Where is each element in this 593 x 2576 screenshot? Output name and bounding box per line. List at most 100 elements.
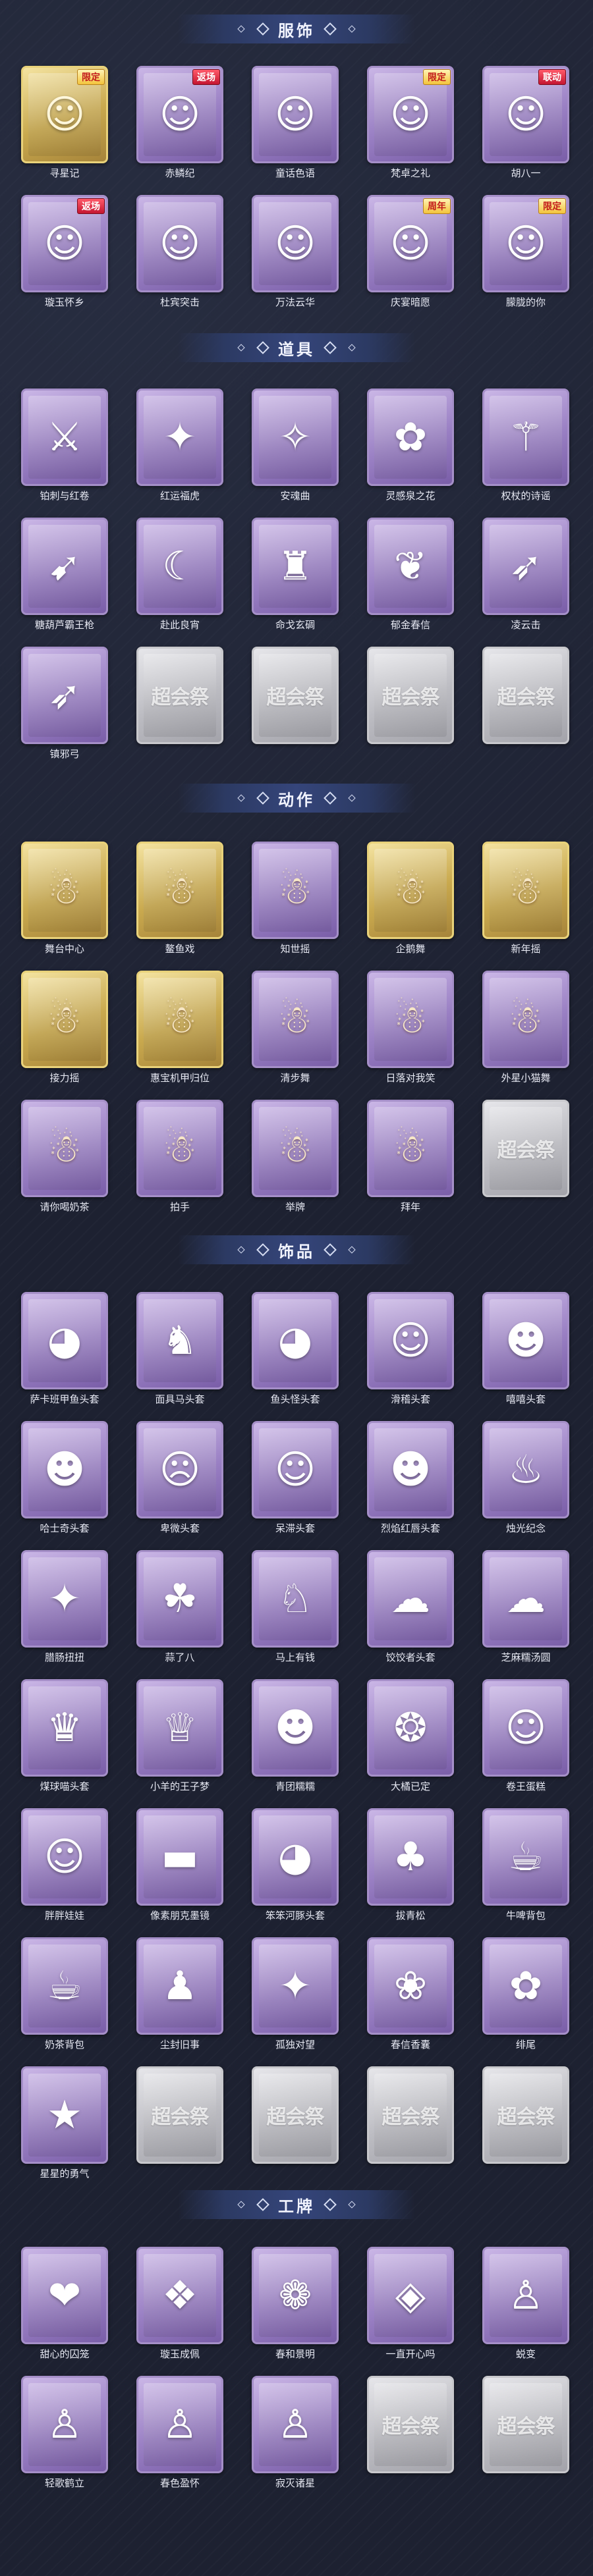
collection-item[interactable]: ♕ 小羊的王子梦	[134, 1679, 226, 1804]
collection-item[interactable]: ☁ 饺饺者头套	[364, 1550, 457, 1675]
collection-item[interactable]: ☻ 哈士奇头套	[18, 1421, 111, 1546]
item-card[interactable]: ☃	[136, 1100, 223, 1197]
item-card[interactable]: 超会祭	[367, 647, 454, 744]
collection-item[interactable]: ☺ 返场 赤鳞纪	[134, 66, 226, 191]
collection-item[interactable]: ◕ 鱼头怪头套	[249, 1292, 341, 1417]
item-card[interactable]: ❂	[367, 1679, 454, 1777]
collection-item[interactable]: ❂ 大橘已定	[364, 1679, 457, 1804]
collection-item[interactable]: ☃ 接力摇	[18, 971, 111, 1096]
item-card[interactable]: ☺ 周年	[367, 195, 454, 292]
collection-item[interactable]: ☻ 青团糯糯	[249, 1679, 341, 1804]
collection-item[interactable]: ☃ 企鹅舞	[364, 842, 457, 967]
item-card[interactable]: ♜	[252, 518, 339, 615]
collection-item[interactable]: ☺ 胖胖娃娃	[18, 1808, 111, 1933]
collection-item[interactable]: ☃ 请你喝奶茶	[18, 1100, 111, 1225]
item-card[interactable]: ☺ 限定	[367, 66, 454, 163]
item-card[interactable]: ☃	[367, 1100, 454, 1197]
item-card[interactable]: ☃	[482, 971, 569, 1068]
collection-item[interactable]: 超会祭	[134, 2066, 226, 2191]
collection-item[interactable]: ◕ 笨笨河豚头套	[249, 1808, 341, 1933]
collection-item[interactable]: ☺ 返场 璇玉怀乡	[18, 195, 111, 320]
item-card[interactable]: ☻	[252, 1679, 339, 1777]
collection-item[interactable]: ☾ 赴此良宵	[134, 518, 226, 643]
item-card[interactable]: ✧	[252, 389, 339, 486]
collection-item[interactable]: ⚔ 铂刺与红卷	[18, 389, 111, 514]
item-card[interactable]: ☺ 限定	[482, 195, 569, 292]
collection-item[interactable]: ☃ 清步舞	[249, 971, 341, 1096]
item-card[interactable]: ☻	[482, 1292, 569, 1389]
collection-item[interactable]: ☃ 鳌鱼戏	[134, 842, 226, 967]
item-card[interactable]: ☃	[252, 1100, 339, 1197]
collection-item[interactable]: ⚚ 权杖的诗谣	[480, 389, 572, 514]
collection-item[interactable]: ☃ 知世摇	[249, 842, 341, 967]
item-card[interactable]: ♘	[252, 1550, 339, 1648]
collection-item[interactable]: ☕ 牛啤背包	[480, 1808, 572, 1933]
collection-item[interactable]: ♛ 煤球喵头套	[18, 1679, 111, 1804]
collection-item[interactable]: 超会祭	[480, 2066, 572, 2191]
collection-item[interactable]: 超会祭	[249, 2066, 341, 2191]
item-card[interactable]: 超会祭	[252, 647, 339, 744]
item-card[interactable]: ☃	[252, 842, 339, 939]
collection-item[interactable]: ➶ 凌云击	[480, 518, 572, 643]
collection-item[interactable]: ♙ 蜕变	[480, 2247, 572, 2372]
collection-item[interactable]: ❁ 春和景明	[249, 2247, 341, 2372]
collection-item[interactable]: ♨ 烛光纪念	[480, 1421, 572, 1546]
collection-item[interactable]: 超会祭	[249, 647, 341, 772]
item-card[interactable]: ☹	[136, 1421, 223, 1518]
item-card[interactable]: ☘	[136, 1550, 223, 1648]
item-card[interactable]: ☕	[21, 1937, 108, 2035]
collection-item[interactable]: ❤ 甜心的囚笼	[18, 2247, 111, 2372]
item-card[interactable]: ◕	[21, 1292, 108, 1389]
item-card[interactable]: 超会祭	[252, 2066, 339, 2164]
item-card[interactable]: ★	[21, 2066, 108, 2164]
item-card[interactable]: ☺ 返场	[136, 66, 223, 163]
item-card[interactable]: ☻	[367, 1421, 454, 1518]
item-card[interactable]: ♙	[21, 2376, 108, 2473]
item-card[interactable]: ☺	[482, 1679, 569, 1777]
item-card[interactable]: ♙	[482, 2247, 569, 2344]
item-card[interactable]: 超会祭	[367, 2376, 454, 2473]
collection-item[interactable]: ✦ 红运福虎	[134, 389, 226, 514]
collection-item[interactable]: ☺ 呆滞头套	[249, 1421, 341, 1546]
item-card[interactable]: ➶	[482, 518, 569, 615]
collection-item[interactable]: ➶ 镇邪弓	[18, 647, 111, 772]
collection-item[interactable]: ☃ 惠宝机甲归位	[134, 971, 226, 1096]
item-card[interactable]: ☃	[252, 971, 339, 1068]
collection-item[interactable]: ☕ 奶茶背包	[18, 1937, 111, 2062]
item-card[interactable]: ☺	[252, 1421, 339, 1518]
collection-item[interactable]: ☃ 舞台中心	[18, 842, 111, 967]
collection-item[interactable]: 超会祭	[480, 647, 572, 772]
item-card[interactable]: ☃	[482, 842, 569, 939]
item-card[interactable]: ☕	[482, 1808, 569, 1906]
item-card[interactable]: ☺	[21, 1808, 108, 1906]
item-card[interactable]: ♞	[136, 1292, 223, 1389]
item-card[interactable]: ❖	[136, 2247, 223, 2344]
collection-item[interactable]: ♙ 轻歌鹤立	[18, 2376, 111, 2501]
item-card[interactable]: ♨	[482, 1421, 569, 1518]
collection-item[interactable]: 超会祭	[364, 2066, 457, 2191]
item-card[interactable]: ☺	[136, 195, 223, 292]
collection-item[interactable]: ☃ 举牌	[249, 1100, 341, 1225]
collection-item[interactable]: 超会祭	[480, 1100, 572, 1225]
collection-item[interactable]: ☺ 限定 朦胧的你	[480, 195, 572, 320]
collection-item[interactable]: ☃ 日落对我笑	[364, 971, 457, 1096]
collection-item[interactable]: ♞ 面具马头套	[134, 1292, 226, 1417]
collection-item[interactable]: ♙ 春色盈怀	[134, 2376, 226, 2501]
collection-item[interactable]: ☻ 烈焰红唇头套	[364, 1421, 457, 1546]
item-card[interactable]: ☻	[21, 1421, 108, 1518]
collection-item[interactable]: ☃ 拜年	[364, 1100, 457, 1225]
item-card[interactable]: ☺	[252, 195, 339, 292]
item-card[interactable]: ☺ 返场	[21, 195, 108, 292]
collection-item[interactable]: 超会祭	[364, 2376, 457, 2501]
item-card[interactable]: ❤	[21, 2247, 108, 2344]
collection-item[interactable]: ◕ 萨卡班甲鱼头套	[18, 1292, 111, 1417]
item-card[interactable]: ☺	[252, 66, 339, 163]
item-card[interactable]: ➶	[21, 647, 108, 744]
collection-item[interactable]: ☺ 万法云华	[249, 195, 341, 320]
collection-item[interactable]: ✿ 灵感泉之花	[364, 389, 457, 514]
item-card[interactable]: ♟	[136, 1937, 223, 2035]
collection-item[interactable]: 超会祭	[134, 647, 226, 772]
collection-item[interactable]: ☺ 限定 梵卓之礼	[364, 66, 457, 191]
collection-item[interactable]: ➹ 糖葫芦霸王枪	[18, 518, 111, 643]
collection-item[interactable]: ✿ 绯尾	[480, 1937, 572, 2062]
